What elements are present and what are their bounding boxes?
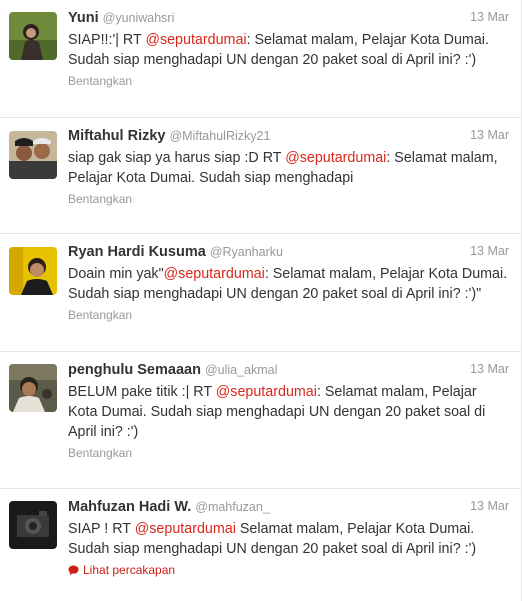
tweet-author-name[interactable]: penghulu Semaaan [68,362,201,378]
mention-link[interactable]: @seputardumai [135,521,236,537]
tweet-timestamp[interactable]: 13 Mar [470,10,509,24]
tweet-text: siap gak siap ya harus siap :D RT @seput… [68,148,509,188]
tweet-author-handle[interactable]: @Ryanharku [210,245,283,259]
tweet-text: BELUM pake titik :| RT @seputardumai: Se… [68,382,509,442]
expand-link[interactable]: Bentangkan [68,74,509,88]
avatar-image [9,131,57,179]
avatar[interactable] [9,12,57,60]
avatar[interactable] [9,247,57,295]
tweet-author-name[interactable]: Yuni [68,10,99,26]
tweet-author-name[interactable]: Miftahul Rizky [68,128,165,144]
tweet-timestamp[interactable]: 13 Mar [470,128,509,142]
expand-link[interactable]: Bentangkan [68,308,509,322]
tweet-timestamp[interactable]: 13 Mar [470,362,509,376]
avatar[interactable] [9,364,57,412]
tweet-author-handle[interactable]: @MiftahulRizky21 [169,129,270,143]
mention-link[interactable]: @seputardumai [145,32,246,48]
tweet-item[interactable]: Ryan Hardi Kusuma @Ryanharku 13 Mar Doain… [0,234,521,352]
avatar-image [9,364,57,412]
mention-link[interactable]: @seputardumai [164,266,265,282]
tweet-text: SIAP ! RT @seputardumai Selamat malam, P… [68,519,509,559]
tweet-author-handle[interactable]: @ulia_akmal [205,363,277,377]
avatar[interactable] [9,131,57,179]
tweet-text-prefix: siap gak siap ya harus siap :D RT [68,150,286,166]
tweet-timestamp[interactable]: 13 Mar [470,244,509,258]
tweet-author-handle[interactable]: @mahfuzan_ [195,500,270,514]
tweet-timeline: Yuni @yuniwahsri 13 Mar SIAP!!:'| RT @sep… [0,0,522,601]
expand-link[interactable]: Bentangkan [68,446,509,460]
avatar[interactable] [9,501,57,549]
tweet-author-handle[interactable]: @yuniwahsri [103,11,175,25]
avatar-image [9,12,57,60]
tweet-text-prefix: SIAP ! RT [68,521,135,537]
avatar-image [9,247,57,295]
tweet-item[interactable]: Miftahul Rizky @MiftahulRizky21 13 Mar si… [0,118,521,234]
tweet-text-prefix: SIAP!!:'| RT [68,32,146,48]
tweet-text-prefix: BELUM pake titik :| RT [68,384,216,400]
tweet-timestamp[interactable]: 13 Mar [470,499,509,513]
tweet-text: SIAP!!:'| RT @seputardumai: Selamat mala… [68,30,509,70]
speech-bubble-icon [68,565,79,576]
avatar-image [9,501,57,549]
tweet-text-prefix: Doain min yak" [68,266,164,282]
expand-link[interactable]: Bentangkan [68,192,509,206]
view-conversation-label[interactable]: Lihat percakapan [83,563,175,577]
tweet-author-name[interactable]: Ryan Hardi Kusuma [68,244,206,260]
mention-link[interactable]: @seputardumai [216,384,317,400]
tweet-item[interactable]: Yuni @yuniwahsri 13 Mar SIAP!!:'| RT @sep… [0,0,521,118]
tweet-item[interactable]: Mahfuzan Hadi W. @mahfuzan_ 13 Mar SIAP !… [0,489,521,601]
view-conversation-link[interactable]: Lihat percakapan [68,563,509,577]
mention-link[interactable]: @seputardumai [285,150,386,166]
tweet-author-name[interactable]: Mahfuzan Hadi W. [68,499,191,515]
tweet-item[interactable]: penghulu Semaaan @ulia_akmal 13 Mar BELUM… [0,352,521,489]
tweet-text: Doain min yak"@seputardumai: Selamat mal… [68,264,509,304]
